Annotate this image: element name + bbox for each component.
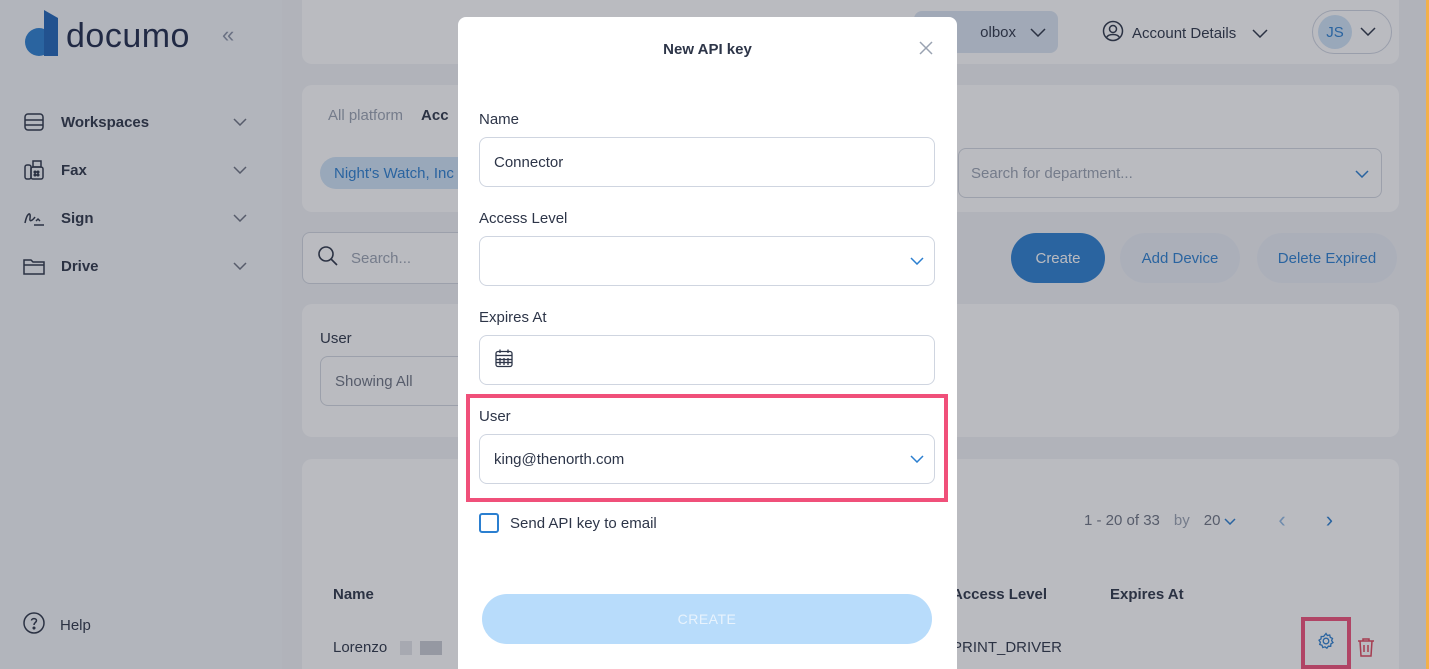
expires-at-datepicker[interactable] bbox=[479, 335, 935, 385]
name-value: Connector bbox=[494, 153, 564, 171]
name-field[interactable]: Connector bbox=[479, 137, 935, 187]
user-select[interactable]: king@thenorth.com bbox=[479, 434, 935, 484]
user-value: king@thenorth.com bbox=[494, 450, 625, 468]
chevron-down-icon bbox=[910, 252, 924, 269]
dialog-title: New API key bbox=[663, 41, 752, 58]
access-level-select[interactable] bbox=[479, 236, 935, 286]
send-email-label: Send API key to email bbox=[510, 514, 657, 532]
chevron-down-icon bbox=[910, 450, 924, 467]
send-email-checkbox[interactable] bbox=[479, 513, 499, 533]
create-api-key-button[interactable]: CREATE bbox=[482, 594, 932, 644]
access-level-label: Access Level bbox=[479, 210, 568, 227]
send-email-option[interactable]: Send API key to email bbox=[479, 513, 657, 533]
new-api-key-dialog: New API key Name Connector Access Level … bbox=[458, 17, 957, 669]
name-label: Name bbox=[479, 111, 520, 128]
calendar-icon[interactable] bbox=[494, 348, 514, 372]
user-label: User bbox=[479, 408, 511, 425]
expires-at-label: Expires At bbox=[479, 309, 547, 326]
close-icon[interactable] bbox=[918, 39, 934, 59]
